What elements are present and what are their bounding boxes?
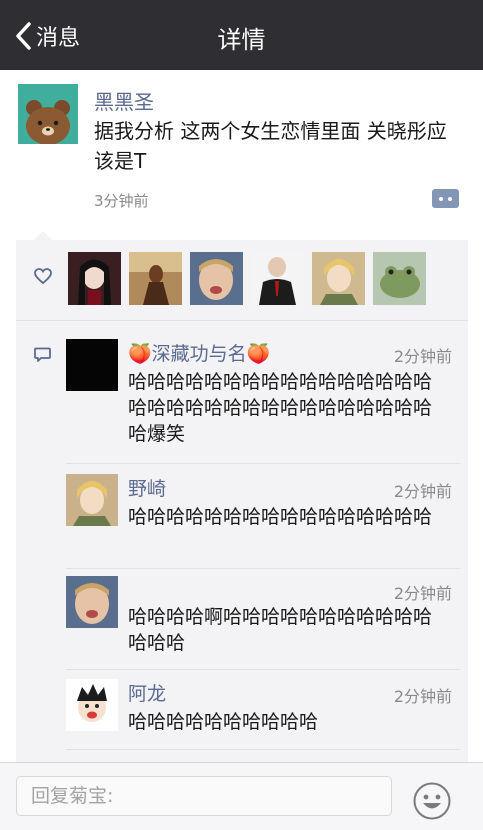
divider — [16, 320, 468, 321]
post-author[interactable]: 黑黑圣 — [94, 86, 154, 115]
reply-input[interactable] — [16, 776, 392, 816]
comment-text: 哈哈哈哈哈哈哈哈哈哈 — [128, 711, 319, 733]
reply-bar — [0, 762, 483, 830]
blonde-anime-boy-avatar-icon — [312, 252, 365, 305]
dark-hair-girl-avatar-icon — [68, 252, 121, 305]
avatar[interactable] — [66, 339, 118, 391]
comment-text: 哈哈哈哈哈哈哈哈哈哈哈哈哈哈哈哈哈哈哈哈哈哈哈哈哈哈哈哈哈哈哈哈哈爆笑 — [128, 371, 433, 445]
avatar[interactable] — [18, 84, 78, 144]
cartoon-boy-avatar-icon — [66, 679, 118, 731]
divider — [66, 463, 460, 464]
sepia-figure-avatar-icon — [129, 252, 182, 305]
nav-bar: 消息 详情 — [0, 0, 483, 70]
comment-time: 2分钟前 — [393, 482, 452, 501]
comment-author[interactable]: 野崎 — [128, 474, 166, 501]
moment-post: 黑黑圣 据我分析 这两个女生恋情里面 关晓彤应该是T 3分钟前 — [0, 70, 483, 240]
frog-avatar-icon — [373, 252, 426, 305]
post-text: 据我分析 这两个女生恋情里面 关晓彤应该是T — [94, 119, 447, 173]
comment-author[interactable]: 阿龙 — [128, 679, 166, 706]
comment-item: 2分钟前 哈哈哈哈啊哈哈哈哈哈哈哈哈哈哈哈哈哈哈 — [66, 576, 460, 666]
comment-author[interactable]: 🍑深藏功与名🍑 — [128, 339, 270, 366]
likes-row — [16, 240, 468, 320]
comment-time: 2分钟前 — [393, 584, 452, 603]
divider — [66, 749, 460, 750]
comment-item: 🍑深藏功与名🍑 2分钟前 哈哈哈哈哈哈哈哈哈哈哈哈哈哈哈哈哈哈哈哈哈哈哈哈哈哈哈… — [66, 339, 460, 459]
blonde-anime-boy-avatar-icon — [66, 474, 118, 526]
liker-avatar[interactable] — [68, 252, 121, 305]
comment-item: 野崎 2分钟前 哈哈哈哈哈哈哈哈哈哈哈哈哈哈哈哈 — [66, 474, 460, 564]
liker-avatar[interactable] — [190, 252, 243, 305]
avatar[interactable] — [66, 474, 118, 526]
crying-child-avatar-icon — [66, 576, 118, 628]
bear-avatar-icon — [18, 84, 78, 144]
comment-like-menu-button[interactable] — [432, 189, 459, 208]
heart-icon — [34, 268, 52, 284]
panel-caret — [34, 231, 52, 240]
comment-item: 阿龙 2分钟前 哈哈哈哈哈哈哈哈哈哈 — [66, 679, 460, 749]
bald-man-avatar-icon — [251, 252, 304, 305]
comment-time: 2分钟前 — [393, 347, 452, 366]
page-title: 详情 — [217, 26, 266, 54]
liker-avatar[interactable] — [312, 252, 365, 305]
dot-icon — [448, 197, 452, 201]
comment-text: 哈哈哈哈哈哈哈哈哈哈哈哈哈哈哈哈 — [128, 506, 433, 528]
crying-child-avatar-icon — [190, 252, 243, 305]
divider — [66, 669, 460, 670]
comment-bubble-icon — [34, 347, 51, 362]
liker-avatar[interactable] — [251, 252, 304, 305]
black-square-avatar-icon — [66, 339, 118, 391]
liker-avatar[interactable] — [373, 252, 426, 305]
comment-text: 哈哈哈哈啊哈哈哈哈哈哈哈哈哈哈哈哈哈哈 — [128, 606, 433, 654]
comment-time: 2分钟前 — [393, 687, 452, 706]
post-time: 3分钟前 — [94, 192, 149, 210]
liker-avatar[interactable] — [129, 252, 182, 305]
avatar[interactable] — [66, 679, 118, 731]
emoji-icon[interactable] — [412, 781, 452, 821]
dot-icon — [439, 197, 443, 201]
divider — [66, 568, 460, 569]
avatar[interactable] — [66, 576, 118, 628]
